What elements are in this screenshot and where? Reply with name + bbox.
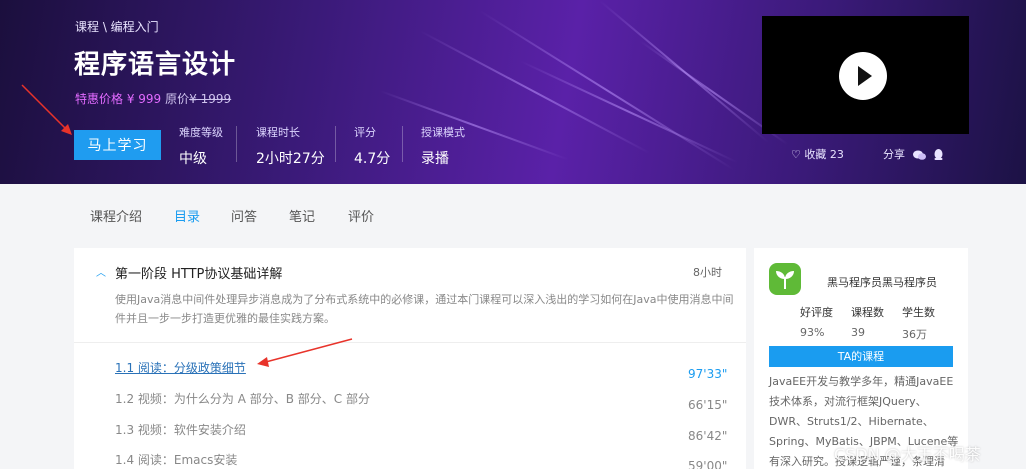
annotation-arrows	[21, 84, 353, 367]
arrow-to-start-button	[21, 84, 72, 135]
arrow-to-first-lesson	[257, 338, 353, 367]
